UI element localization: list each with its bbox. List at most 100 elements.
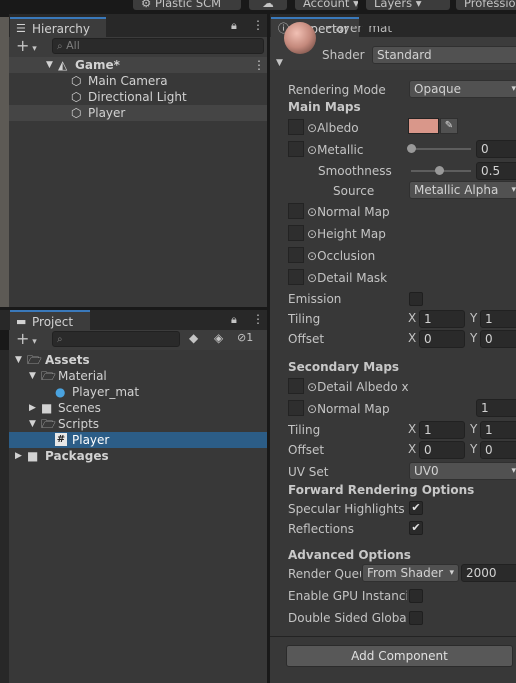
asset-player-mat[interactable]: ● Player_mat [9, 384, 268, 400]
hierarchy-item-player[interactable]: ⬡ Player [9, 105, 267, 121]
detail-mask-label[interactable]: ⊙Detail Mask [307, 270, 387, 286]
chevron-down-icon: ▾ [29, 337, 37, 347]
detail-albedo-label[interactable]: ⊙Detail Albedo x2 [307, 379, 408, 395]
rendering-mode-dropdown[interactable]: Opaque ▾ [409, 80, 516, 98]
layout-dropdown[interactable]: Professio [456, 0, 516, 10]
normal-scale-field[interactable]: 1 [476, 399, 516, 417]
sec-offset-x-field[interactable]: 0 [419, 441, 465, 459]
more-icon[interactable]: ⋮ [252, 312, 264, 326]
sec-offset-y-field[interactable]: 0 [480, 441, 516, 459]
object-picker-icon: ⊙ [307, 249, 318, 263]
albedo-label[interactable]: ⊙Albedo [307, 120, 359, 136]
folder-assets[interactable]: ▼ 🗁︎ Assets [9, 352, 268, 368]
create-button[interactable]: + ▾ [16, 37, 37, 58]
folder-scenes[interactable]: ▶ ■ Scenes [9, 400, 268, 416]
uv-set-dropdown[interactable]: UV0 ▾ [409, 462, 516, 480]
metallic-slider-knob[interactable] [407, 144, 416, 153]
emission-checkbox[interactable] [409, 292, 423, 306]
gpu-instancing-checkbox[interactable] [409, 589, 423, 603]
eyedropper-icon[interactable]: ✎ [440, 118, 458, 134]
height-map-label[interactable]: ⊙Height Map [307, 226, 386, 242]
object-picker-icon: ⊙ [307, 227, 318, 241]
secondary-maps-heading: Secondary Maps [288, 360, 400, 374]
filter-by-type-icon[interactable]: ◆ [189, 331, 198, 345]
lock-icon[interactable]: 🔒︎ [231, 19, 237, 33]
normal-map-texture-slot[interactable] [288, 203, 304, 219]
sec-tiling-y-field[interactable]: 1 [480, 421, 516, 439]
metallic-value-field[interactable]: 0 [476, 140, 516, 158]
layers-dropdown[interactable]: Layers ▾ [366, 0, 450, 10]
tab-project[interactable]: ▬ Project [10, 310, 90, 330]
chevron-down-icon: ▾ [511, 466, 516, 476]
project-search-input[interactable]: ⌕ [52, 331, 180, 347]
object-picker-icon: ⊙ [307, 402, 318, 416]
height-map-texture-slot[interactable] [288, 225, 304, 241]
sec-tiling-x-field[interactable]: 1 [419, 421, 465, 439]
source-dropdown[interactable]: Metallic Alpha ▾ [409, 181, 516, 199]
offset-y-field[interactable]: 0 [480, 330, 516, 348]
collapse-icon: ▶ [29, 403, 36, 413]
offset-x-field[interactable]: 0 [419, 330, 465, 348]
scene-menu-icon[interactable]: ⋮ [253, 57, 265, 73]
smoothness-label: Smoothness [318, 164, 392, 178]
folder-icon: ■ [41, 401, 53, 415]
render-queue-label: Render Queue [288, 567, 361, 581]
add-component-button[interactable]: Add Component [286, 645, 513, 667]
detail-albedo-texture-slot[interactable] [288, 378, 304, 394]
hierarchy-search-input[interactable]: ⌕ All [52, 38, 264, 54]
emission-label: Emission [288, 292, 342, 306]
folder-material[interactable]: ▼ 🗁︎ Material [9, 368, 268, 384]
metallic-slider-track[interactable] [411, 148, 471, 150]
plastic-scm-button[interactable]: ⚙ Plastic SCM [133, 0, 241, 10]
tiling-y-field[interactable]: 1 [480, 310, 516, 328]
double-sided-gi-checkbox[interactable] [409, 611, 423, 625]
occlusion-label[interactable]: ⊙Occlusion [307, 248, 375, 264]
render-queue-dropdown[interactable]: From Shader ▾ [362, 564, 459, 582]
asset-player-script[interactable]: # Player [9, 432, 268, 448]
normal-map-label[interactable]: ⊙Normal Map [307, 204, 390, 220]
uv-set-label: UV Set [288, 465, 329, 479]
folder-packages[interactable]: ▶ ■ Packages [9, 448, 268, 464]
reflections-checkbox[interactable]: ✔ [409, 521, 423, 535]
plastic-icon: ⚙ [141, 0, 155, 10]
occlusion-texture-slot[interactable] [288, 247, 304, 263]
hierarchy-item-directional-light[interactable]: ⬡ Directional Light [9, 89, 267, 105]
folder-open-icon: 🗁︎ [27, 353, 42, 367]
tiling-label: Tiling [288, 312, 321, 326]
cloud-button[interactable]: ☁ [249, 0, 287, 10]
hierarchy-item-main-camera[interactable]: ⬡ Main Camera [9, 73, 267, 89]
lock-icon[interactable]: 🔒︎ [231, 313, 237, 327]
csharp-script-icon: # [55, 433, 67, 446]
tiling-y-label: Y [470, 311, 478, 325]
folder-scripts[interactable]: ▼ 🗁︎ Scripts [9, 416, 268, 432]
albedo-texture-slot[interactable] [288, 119, 304, 135]
material-foldout-icon[interactable]: ▼ [276, 58, 283, 68]
object-picker-icon: ⊙ [307, 271, 318, 285]
render-queue-value-field[interactable]: 2000 [461, 564, 516, 582]
hidden-packages-icon[interactable]: ⊘1 [237, 331, 253, 344]
albedo-color-swatch[interactable] [408, 118, 439, 134]
smoothness-value-field[interactable]: 0.5 [476, 162, 516, 180]
scene-row[interactable]: ▼ ◭ Game* ⋮ [9, 57, 267, 73]
smoothness-slider-knob[interactable] [435, 166, 444, 175]
more-icon[interactable]: ⋮ [252, 18, 264, 32]
expand-icon: ▼ [29, 371, 36, 381]
detail-mask-texture-slot[interactable] [288, 269, 304, 285]
filter-by-label-icon[interactable]: ◈ [214, 331, 223, 345]
project-create-button[interactable]: + ▾ [16, 330, 37, 351]
tab-hierarchy[interactable]: ☰ Hierarchy [10, 17, 106, 37]
search-icon: ⌕ [57, 41, 63, 52]
source-label: Source [333, 184, 375, 198]
shader-dropdown[interactable]: Standard [372, 46, 516, 64]
material-sphere-icon: ● [55, 385, 66, 399]
secondary-normal-map-label[interactable]: ⊙Normal Map [307, 401, 390, 417]
tiling-x-field[interactable]: 1 [419, 310, 465, 328]
offset-label: Offset [288, 332, 325, 346]
metallic-texture-slot[interactable] [288, 141, 304, 157]
project-tab-left [0, 311, 10, 329]
specular-highlights-checkbox[interactable]: ✔ [409, 501, 423, 515]
secondary-normal-map-texture-slot[interactable] [288, 400, 304, 416]
collapse-icon: ▶ [15, 451, 22, 461]
account-dropdown[interactable]: Account ▾ [295, 0, 358, 10]
metallic-label[interactable]: ⊙Metallic [307, 142, 363, 158]
